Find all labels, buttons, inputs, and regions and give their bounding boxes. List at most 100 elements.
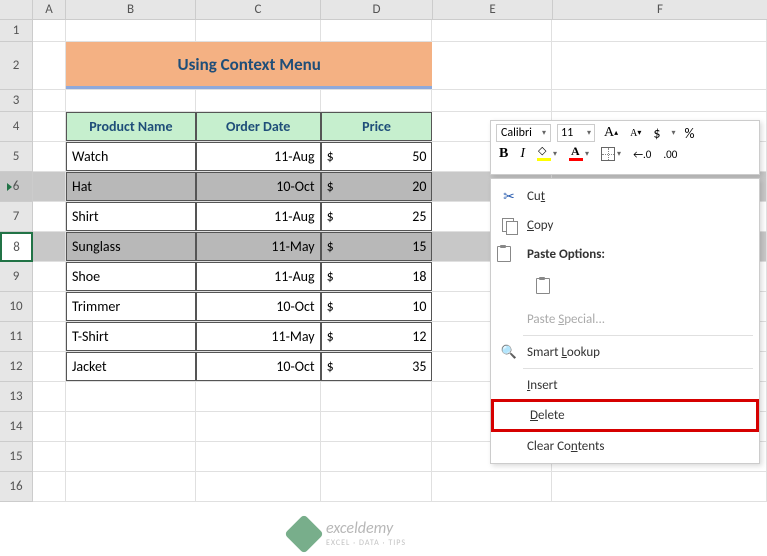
cell-date[interactable]: 10-Oct xyxy=(196,292,321,321)
cell-price[interactable]: $12 xyxy=(321,322,433,351)
cell-product[interactable]: T-Shirt xyxy=(66,322,196,351)
menu-label: Clear Contents xyxy=(527,439,604,454)
menu-smart-lookup[interactable]: Smart Lookup xyxy=(491,338,759,366)
cell-date[interactable]: 11-Aug xyxy=(196,142,321,171)
menu-copy[interactable]: Copy xyxy=(491,211,759,239)
currency-format-button[interactable]: $ xyxy=(650,125,663,142)
cell-price[interactable]: $50 xyxy=(321,142,433,171)
percent-format-button[interactable]: % xyxy=(682,125,698,142)
font-name-value: Calibri xyxy=(501,126,532,140)
currency-symbol: $ xyxy=(327,238,334,255)
cell-price[interactable]: $25 xyxy=(321,202,433,231)
cell-price[interactable]: $35 xyxy=(321,352,433,381)
font-name-dropdown[interactable]: Calibri▾ xyxy=(496,124,551,142)
table-header-product[interactable]: Product Name xyxy=(66,112,196,141)
cell-product[interactable]: Trimmer xyxy=(66,292,196,321)
cell-price[interactable]: $10 xyxy=(321,292,433,321)
menu-insert[interactable]: Insert xyxy=(491,371,759,399)
clipboard-icon xyxy=(535,277,549,293)
cell-date[interactable]: 11-Aug xyxy=(196,262,321,291)
select-all-corner[interactable] xyxy=(0,0,33,20)
menu-label: Copy xyxy=(527,218,553,233)
col-header-A[interactable]: A xyxy=(33,0,66,20)
cell-product[interactable]: Shirt xyxy=(66,202,196,231)
cell-product[interactable]: Jacket xyxy=(66,352,196,381)
menu-cut[interactable]: Cut xyxy=(491,182,759,211)
fill-bucket-icon xyxy=(537,147,551,161)
col-header-F[interactable]: F xyxy=(553,0,767,20)
row-header-14[interactable]: 14 xyxy=(0,412,33,442)
font-color-icon xyxy=(569,147,583,161)
font-color-button[interactable]: ▾ xyxy=(566,147,592,161)
col-header-B[interactable]: B xyxy=(66,0,196,20)
cell-price[interactable]: $18 xyxy=(321,262,433,291)
cell-product[interactable]: Watch xyxy=(66,142,196,171)
cell-price[interactable]: $15 xyxy=(321,232,433,261)
decrease-font-button[interactable]: A▾ xyxy=(627,128,644,139)
price-value: 10 xyxy=(412,298,426,315)
currency-symbol: $ xyxy=(327,328,334,345)
row-header-6[interactable]: 6 xyxy=(0,172,33,202)
menu-label: Insert xyxy=(527,378,558,393)
paste-option-buttons xyxy=(491,267,759,305)
row-header-4[interactable]: 4 xyxy=(0,112,33,142)
font-size-value: 11 xyxy=(561,126,573,140)
row-header-5[interactable]: 5 xyxy=(0,142,33,172)
row-header-16[interactable]: 16 xyxy=(0,472,33,502)
italic-button[interactable]: I xyxy=(517,146,528,162)
row-header-2[interactable]: 2 xyxy=(0,42,33,90)
row-header-12[interactable]: 12 xyxy=(0,352,33,382)
menu-delete[interactable]: Delete xyxy=(491,399,759,432)
row-header-1[interactable]: 1 xyxy=(0,20,33,42)
cell-product[interactable]: Sunglass xyxy=(66,232,196,261)
table-header-orderdate[interactable]: Order Date xyxy=(196,112,321,141)
col-header-C[interactable]: C xyxy=(196,0,321,20)
cell-date[interactable]: 11-May xyxy=(196,232,321,261)
cell-date[interactable]: 10-Oct xyxy=(196,172,321,201)
cell-product[interactable]: Hat xyxy=(66,172,196,201)
cell-price[interactable]: $20 xyxy=(321,172,433,201)
row-header-7[interactable]: 7 xyxy=(0,202,33,232)
row-header-15[interactable]: 15 xyxy=(0,442,33,472)
row-header-9[interactable]: 9 xyxy=(0,262,33,292)
table-header-price[interactable]: Price xyxy=(321,112,433,141)
paste-options-header: Paste Options: xyxy=(521,241,613,265)
watermark-logo-icon xyxy=(284,514,324,554)
copy-icon xyxy=(497,218,521,232)
price-value: 15 xyxy=(412,238,426,255)
row-header-11[interactable]: 11 xyxy=(0,322,33,352)
increase-decimal-button[interactable]: .00 xyxy=(660,148,680,161)
context-menu: Cut Copy Paste Options: Paste Special...… xyxy=(490,178,760,464)
decrease-decimal-button[interactable]: ←.0 xyxy=(630,148,654,161)
chevron-down-icon: ▾ xyxy=(617,149,621,159)
cell-date[interactable]: 11-Aug xyxy=(196,202,321,231)
font-size-dropdown[interactable]: 11▾ xyxy=(557,124,595,142)
menu-clear-contents[interactable]: Clear Contents xyxy=(491,432,759,460)
bold-button[interactable]: B xyxy=(496,146,511,162)
scissors-icon xyxy=(497,188,521,205)
title-cell[interactable]: Using Context Menu xyxy=(66,42,432,89)
letter-a-icon: A xyxy=(604,125,614,141)
currency-symbol: $ xyxy=(327,148,334,165)
fill-color-button[interactable]: ▾ xyxy=(534,147,560,161)
row-header-13[interactable]: 13 xyxy=(0,382,33,412)
chevron-down-icon: ▾ xyxy=(672,128,676,138)
border-button[interactable]: ▾ xyxy=(598,147,624,161)
price-value: 25 xyxy=(412,208,426,225)
row-header-8[interactable]: 8 xyxy=(0,232,33,262)
column-header-row: A B C D E F xyxy=(0,0,767,20)
increase-font-button[interactable]: A▴ xyxy=(601,125,621,141)
col-header-E[interactable]: E xyxy=(433,0,553,20)
watermark-tag: EXCEL · DATA · TIPS xyxy=(326,538,406,548)
row-header-3[interactable]: 3 xyxy=(0,90,33,112)
paste-default-button[interactable] xyxy=(527,270,557,300)
cell-date[interactable]: 10-Oct xyxy=(196,352,321,381)
col-header-D[interactable]: D xyxy=(321,0,433,20)
cell-product[interactable]: Shoe xyxy=(66,262,196,291)
cell-date[interactable]: 11-May xyxy=(196,322,321,351)
price-value: 20 xyxy=(412,178,426,195)
row-header-10[interactable]: 10 xyxy=(0,292,33,322)
menu-separator xyxy=(523,335,753,336)
currency-symbol: $ xyxy=(327,178,334,195)
menu-paste-options-group: Paste Options: xyxy=(491,239,759,267)
